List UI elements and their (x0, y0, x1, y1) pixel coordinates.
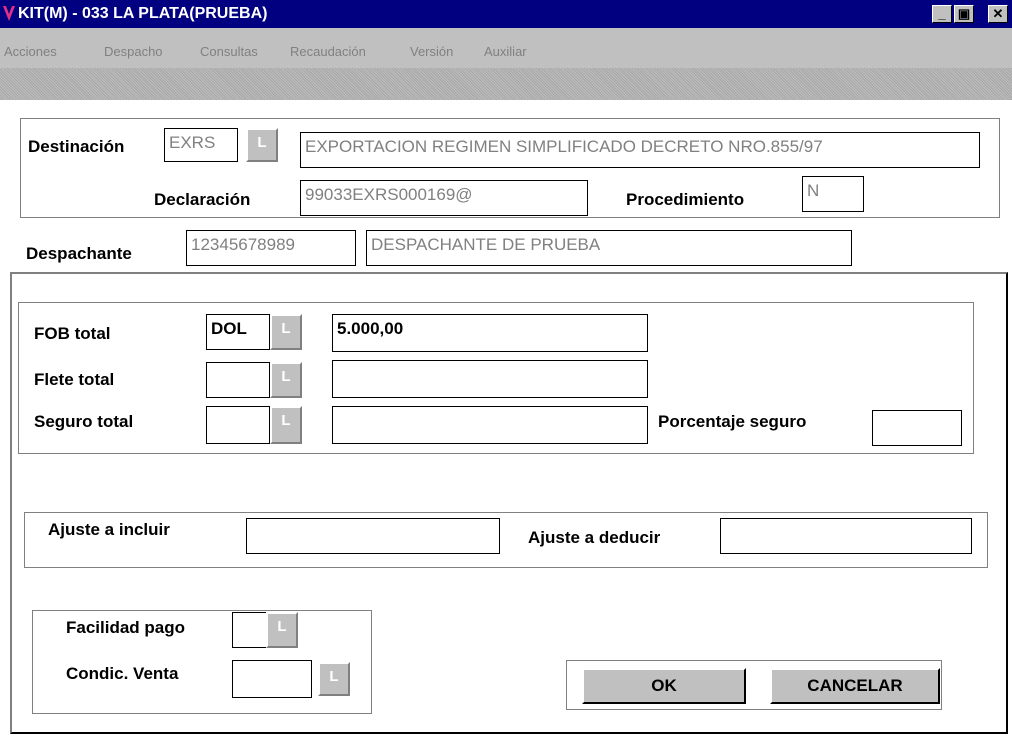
fob-currency-lookup-button[interactable]: L (270, 314, 302, 350)
ajuste-incluir-field[interactable] (246, 518, 500, 554)
facilidad-pago-label: Facilidad pago (66, 618, 186, 637)
destinacion-code-field[interactable]: EXRS (164, 128, 238, 162)
procedimiento-field[interactable]: N (802, 176, 864, 212)
declaracion-field[interactable]: 99033EXRS000169@ (300, 180, 588, 216)
fob-label: FOB total (34, 324, 111, 343)
seguro-value-field[interactable] (332, 406, 648, 444)
procedimiento-label: Procedimiento (626, 190, 745, 209)
despachante-name-field[interactable]: DESPACHANTE DE PRUEBA (366, 230, 852, 266)
destinacion-label: Destinación (28, 137, 125, 156)
menu-consultas[interactable]: Consultas (200, 44, 258, 59)
minimize-button[interactable]: _ (932, 5, 952, 23)
seguro-currency-lookup-button[interactable]: L (270, 406, 302, 444)
menu-recaudacion[interactable]: Recaudación (290, 44, 366, 59)
fob-currency-field[interactable]: DOL (206, 314, 270, 350)
menu-despacho[interactable]: Despacho (104, 44, 163, 59)
restore-button[interactable]: ▣ (954, 5, 974, 23)
despachante-label: Despachante (26, 244, 132, 263)
menu-acciones[interactable]: Acciones (4, 44, 57, 59)
menu-auxiliar[interactable]: Auxiliar (484, 44, 527, 59)
destinacion-lookup-button[interactable]: L (246, 128, 278, 162)
facilidad-pago-lookup-button[interactable]: L (266, 612, 298, 648)
flete-label: Flete total (34, 370, 115, 389)
menu-version[interactable]: Versión (410, 44, 453, 59)
flete-currency-lookup-button[interactable]: L (270, 362, 302, 398)
seguro-currency-field[interactable] (206, 406, 270, 444)
toolbar (0, 68, 1012, 100)
destinacion-description-field[interactable]: EXPORTACION REGIMEN SIMPLIFICADO DECRETO… (300, 132, 980, 168)
app-icon (3, 6, 15, 21)
window-title: KIT(M) - 033 LA PLATA(PRUEBA) (18, 5, 268, 22)
flete-currency-field[interactable] (206, 362, 270, 398)
declaracion-label: Declaración (154, 190, 251, 209)
ajuste-deducir-label: Ajuste a deducir (528, 528, 661, 547)
seguro-label: Seguro total (34, 412, 134, 431)
facilidad-pago-field[interactable] (232, 612, 268, 648)
flete-value-field[interactable] (332, 360, 648, 398)
ok-button[interactable]: OK (582, 668, 746, 704)
fob-value-field[interactable]: 5.000,00 (332, 314, 648, 352)
cancel-button[interactable]: CANCELAR (770, 668, 940, 704)
despachante-code-field[interactable]: 12345678989 (186, 230, 356, 266)
porcentaje-seguro-field[interactable] (872, 410, 962, 446)
condic-venta-label: Condic. Venta (66, 664, 179, 683)
porcentaje-seguro-label: Porcentaje seguro (658, 412, 807, 431)
ajuste-incluir-label: Ajuste a incluir (48, 520, 170, 539)
condic-venta-field[interactable] (232, 660, 312, 698)
close-button[interactable]: ✕ (988, 5, 1008, 23)
ajuste-deducir-field[interactable] (720, 518, 972, 554)
condic-venta-lookup-button[interactable]: L (318, 662, 350, 696)
